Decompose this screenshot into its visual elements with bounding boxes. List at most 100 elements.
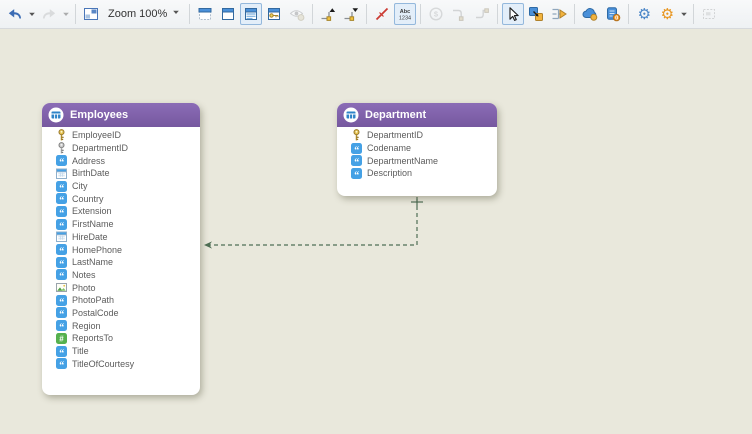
svg-text:“: “ xyxy=(59,247,64,256)
field-row[interactable]: DepartmentID xyxy=(56,142,194,155)
field-row[interactable]: “Codename xyxy=(351,142,491,155)
view-keys-only-button[interactable] xyxy=(263,3,285,25)
text-icon: “ xyxy=(56,307,67,319)
field-name: Address xyxy=(72,156,105,166)
field-row[interactable]: “ Description xyxy=(351,167,491,180)
svg-text:“: “ xyxy=(59,310,64,319)
text-icon: “ xyxy=(56,269,67,281)
field-row[interactable]: “ Notes xyxy=(56,269,194,282)
auto-layout-button[interactable] xyxy=(548,3,570,25)
entity-header[interactable]: Department xyxy=(337,103,497,127)
draw-relationship-button xyxy=(448,3,470,25)
entity-title: Department xyxy=(365,109,426,121)
view-collapsed-entities-button[interactable] xyxy=(217,3,239,25)
new-entity-icon xyxy=(528,6,544,22)
undo-caret[interactable] xyxy=(27,3,37,25)
view-all-columns-button[interactable] xyxy=(240,3,262,25)
chevron-down-icon xyxy=(28,6,36,22)
chevron-down-icon xyxy=(680,6,688,22)
toolbar-separator xyxy=(189,4,190,24)
new-entity-button[interactable] xyxy=(525,3,547,25)
diagram-canvas[interactable]: Employees EmployeeIDDepartmentID“Address… xyxy=(0,0,752,434)
update-database-button[interactable]: 0 xyxy=(602,3,624,25)
svg-text:“: “ xyxy=(59,183,64,192)
field-name: Description xyxy=(367,168,412,178)
field-name: Region xyxy=(72,321,101,331)
gear-orange-icon: ⚙ xyxy=(661,7,674,22)
elbow2-icon xyxy=(474,6,490,22)
field-row[interactable]: #ReportsTo xyxy=(56,332,194,345)
route-connector-up-button[interactable] xyxy=(317,3,339,25)
route-connector-down-button[interactable] xyxy=(340,3,362,25)
show-data-types-button[interactable]: Abc1234 xyxy=(394,3,416,25)
db-add-icon: 0 xyxy=(605,6,621,22)
field-row[interactable]: Photo xyxy=(56,281,194,294)
field-row[interactable]: DepartmentID xyxy=(351,129,491,142)
field-name: City xyxy=(72,181,88,191)
field-name: EmployeeID xyxy=(72,130,121,140)
toolbar-separator xyxy=(420,4,421,24)
svg-text:Abc: Abc xyxy=(400,9,410,15)
field-name: PostalCode xyxy=(72,308,119,318)
remove-bend-points-button[interactable] xyxy=(371,3,393,25)
field-name: BirthDate xyxy=(72,168,110,178)
branch-icon xyxy=(551,6,567,22)
image-icon xyxy=(56,282,67,294)
undo-button[interactable] xyxy=(4,3,26,25)
entity-card-department[interactable]: Department DepartmentID “Codename“Departm… xyxy=(337,103,497,196)
field-row[interactable]: “Title xyxy=(56,345,194,358)
chevron-down-icon xyxy=(62,6,70,22)
abc1234-icon: Abc1234 xyxy=(395,6,415,22)
generate-options-caret[interactable] xyxy=(679,3,689,25)
field-row[interactable]: “LastName xyxy=(56,256,194,269)
settings-button[interactable]: ⚙ xyxy=(633,3,655,25)
relationship-line[interactable] xyxy=(204,199,417,245)
field-name: Photo xyxy=(72,283,96,293)
svg-text:“: “ xyxy=(59,297,64,306)
field-name: DepartmentID xyxy=(367,130,423,140)
primary-key-icon xyxy=(56,129,67,141)
field-row[interactable]: “ PostalCode xyxy=(56,307,194,320)
redo-button xyxy=(38,3,60,25)
field-row[interactable]: HireDate xyxy=(56,231,194,244)
text-icon: “ xyxy=(351,167,362,179)
field-name: Notes xyxy=(72,270,96,280)
cloud-sync-button[interactable] xyxy=(579,3,601,25)
entity-header[interactable]: Employees xyxy=(42,103,200,127)
field-row[interactable]: “DepartmentName xyxy=(351,154,491,167)
toolbar-separator xyxy=(497,4,498,24)
field-row[interactable]: “Country xyxy=(56,192,194,205)
field-row[interactable]: “Address xyxy=(56,154,194,167)
field-row[interactable]: “FirstName xyxy=(56,218,194,231)
zoom-to-selection-button xyxy=(698,3,720,25)
foreign-key-icon xyxy=(56,142,67,154)
table-icon xyxy=(343,107,359,123)
text-icon: “ xyxy=(56,218,67,230)
number-icon: # xyxy=(56,332,67,344)
view-collapsed-icon xyxy=(220,6,236,22)
text-icon: “ xyxy=(56,358,67,370)
field-row[interactable]: “Extension xyxy=(56,205,194,218)
select-tool-button[interactable] xyxy=(502,3,524,25)
svg-text:“: “ xyxy=(59,272,64,281)
field-row[interactable]: EmployeeID xyxy=(56,129,194,142)
zoom-level-label: Zoom 100% xyxy=(108,8,167,20)
entity-title: Employees xyxy=(70,109,128,121)
field-row[interactable]: “HomePhone xyxy=(56,243,194,256)
field-row[interactable]: “Region xyxy=(56,319,194,332)
redo-icon xyxy=(41,6,57,22)
generate-options-button[interactable]: ⚙ xyxy=(656,3,678,25)
entity-card-employees[interactable]: Employees EmployeeIDDepartmentID“Address… xyxy=(42,103,200,395)
view-entity-names-only-button[interactable] xyxy=(194,3,216,25)
field-row[interactable]: “TitleOfCourtesy xyxy=(56,357,194,370)
view-title-icon xyxy=(197,6,213,22)
draw-relationship-alt-button xyxy=(471,3,493,25)
field-row[interactable]: BirthDate xyxy=(56,167,194,180)
field-row[interactable]: “ City xyxy=(56,180,194,193)
gear-blue-icon: ⚙ xyxy=(638,7,651,22)
toolbar-separator xyxy=(693,4,694,24)
field-row[interactable]: “PhotoPath xyxy=(56,294,194,307)
pointer-icon xyxy=(505,6,521,22)
zoom-dropdown[interactable]: Zoom 100% xyxy=(103,3,185,25)
diagram-navigator-button[interactable] xyxy=(80,3,102,25)
